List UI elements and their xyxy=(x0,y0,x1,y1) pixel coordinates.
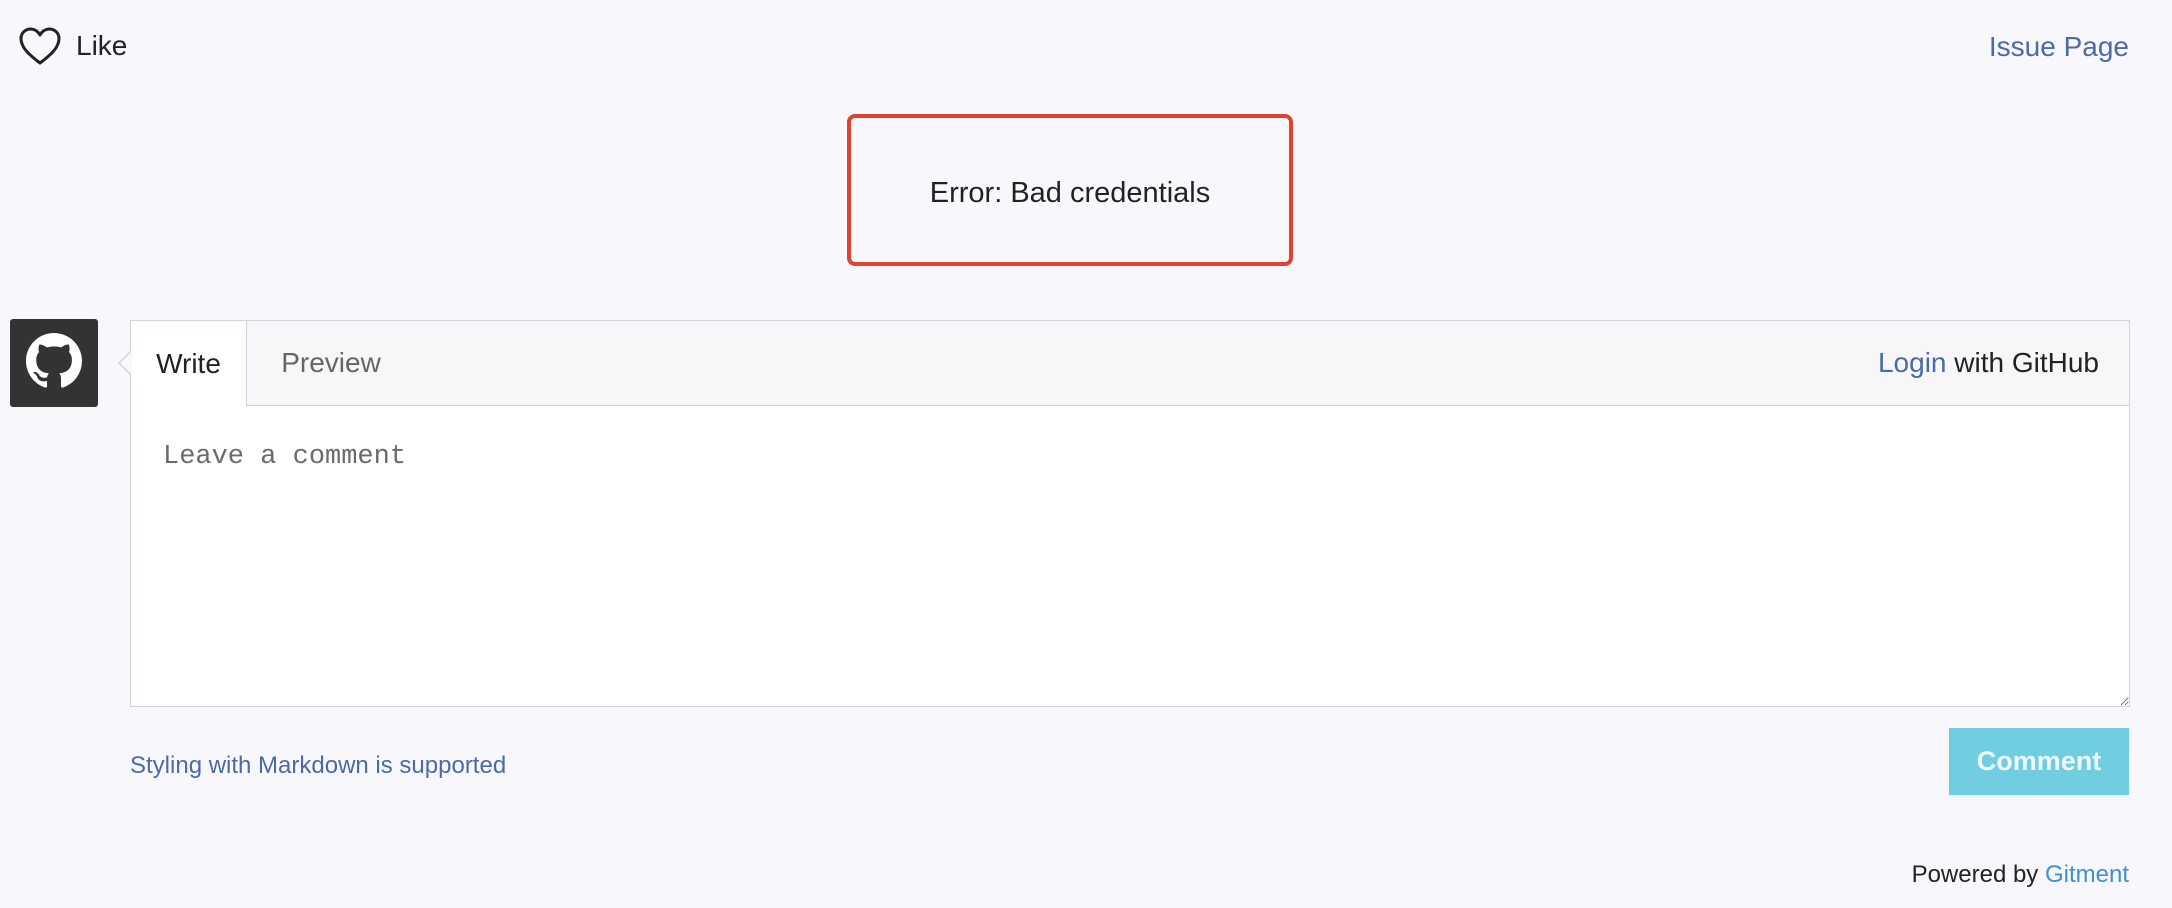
markdown-help-link[interactable]: Styling with Markdown is supported xyxy=(130,752,506,780)
gitment-container: Like Issue Page Error: Bad credentials W… xyxy=(0,0,2172,908)
github-icon xyxy=(26,332,82,394)
editor-tabbar: Write Preview Login with GitHub xyxy=(131,321,2129,406)
like-button[interactable]: Like xyxy=(18,26,127,66)
comment-button[interactable]: Comment xyxy=(1949,728,2129,795)
avatar[interactable] xyxy=(10,319,98,407)
heart-outline-icon xyxy=(18,26,62,66)
gitment-link[interactable]: Gitment xyxy=(2045,861,2129,888)
editor-pointer-inner xyxy=(120,351,132,375)
error-message: Error: Bad credentials xyxy=(929,176,1211,209)
comment-textarea[interactable] xyxy=(131,406,2129,706)
login-suffix: with GitHub xyxy=(1946,347,2099,378)
login-prompt: Login with GitHub xyxy=(1878,347,2099,379)
login-link[interactable]: Login xyxy=(1878,347,1947,378)
comment-editor: Write Preview Login with GitHub xyxy=(130,320,2130,707)
error-message-box: Error: Bad credentials xyxy=(847,114,1293,266)
powered-by: Powered by Gitment xyxy=(1912,861,2129,889)
tab-preview[interactable]: Preview xyxy=(247,321,415,405)
tab-write[interactable]: Write xyxy=(131,321,247,406)
powered-prefix: Powered by xyxy=(1911,861,2045,888)
like-label: Like xyxy=(76,30,128,61)
issue-page-link[interactable]: Issue Page xyxy=(1989,31,2129,63)
